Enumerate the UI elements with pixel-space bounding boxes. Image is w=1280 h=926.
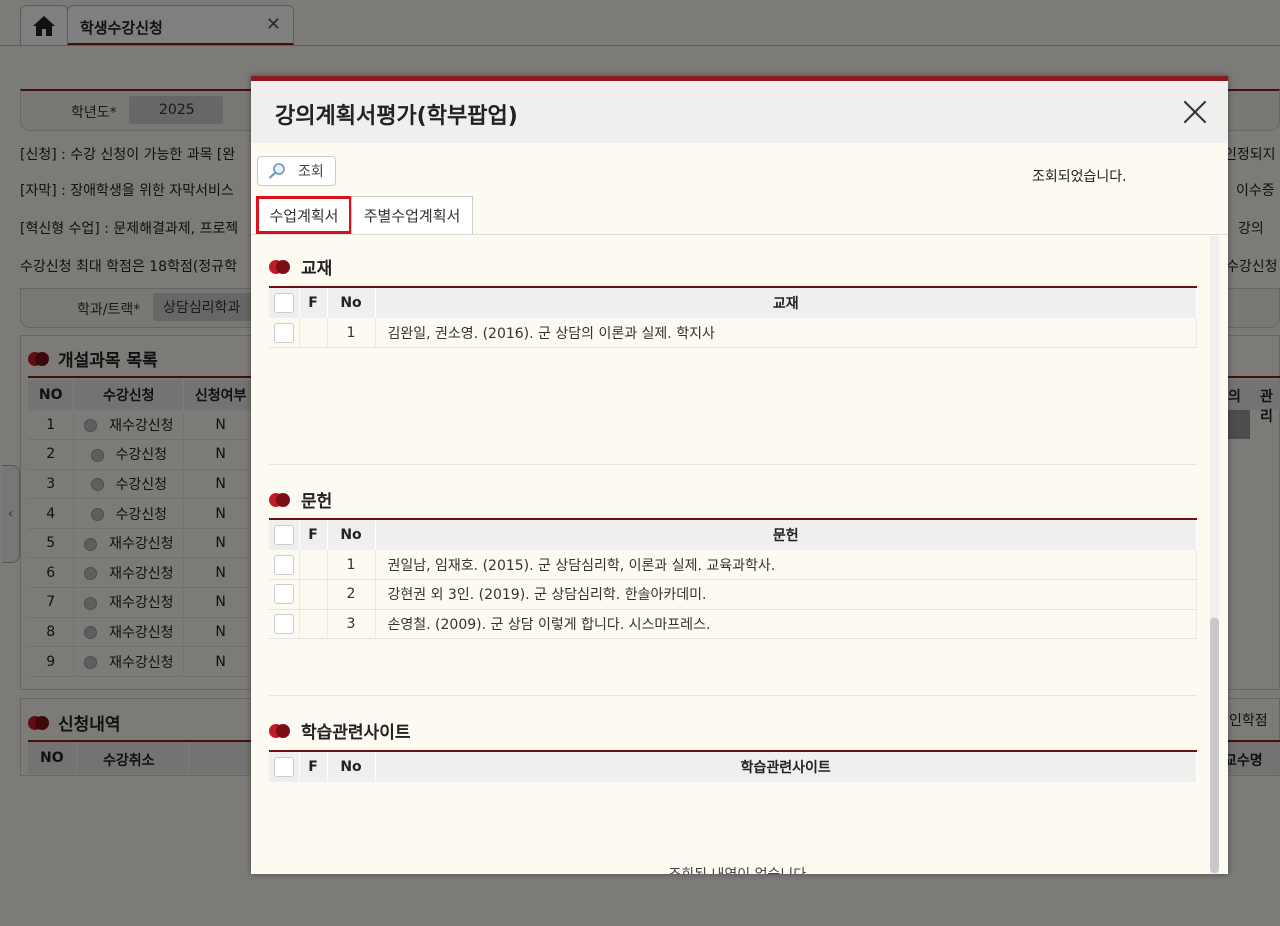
col-header-checkbox	[269, 519, 300, 550]
col-header-checkbox	[269, 751, 300, 782]
row-text: 김완일, 권소영. (2016). 군 상담의 이론과 실제. 학지사	[375, 318, 1197, 348]
search-button-label: 조회	[298, 164, 324, 180]
row-checkbox[interactable]	[273, 322, 294, 343]
modal-header: 강의계획서평가(학부팝업)	[251, 81, 1228, 143]
table-row: 1 권일남, 임재호. (2015). 군 상담심리학, 이론과 실제. 교육과…	[269, 550, 1197, 580]
col-header: F	[299, 519, 328, 550]
select-all-checkbox[interactable]	[273, 525, 294, 545]
col-header: No	[327, 287, 376, 318]
section-dot-icon	[269, 723, 291, 738]
select-all-checkbox[interactable]	[273, 757, 294, 777]
search-icon	[268, 163, 285, 179]
row-text: 강현권 외 3인. (2019). 군 상담심리학. 한솔아카데미.	[375, 579, 1197, 610]
flag-cell	[299, 318, 328, 348]
table-row: 2 강현권 외 3인. (2019). 군 상담심리학. 한솔아카데미.	[269, 579, 1197, 610]
col-header: 학습관련사이트	[375, 751, 1197, 782]
col-header: 교재	[375, 287, 1197, 318]
search-button[interactable]: 조회	[257, 156, 336, 186]
syllabus-evaluation-modal: 강의계획서평가(학부팝업) 조회 조회되었습니다. 수업계획서 주별수업계획서 …	[251, 76, 1228, 874]
row-checkbox[interactable]	[273, 584, 294, 605]
section-header-textbook: 교재	[269, 254, 332, 279]
col-header: F	[299, 287, 328, 318]
section-title: 학습관련사이트	[301, 723, 411, 743]
empty-message: 조회된 내역이 없습니다.	[251, 864, 1228, 874]
modal-content: 교재 F No 교재 1 김완일, 권소영. (2016). 군 상담의 이론과…	[251, 236, 1228, 874]
scrollbar-thumb[interactable]	[1210, 618, 1219, 873]
row-no: 3	[327, 609, 376, 639]
table-row: 3 손영철. (2009). 군 상담 이렇게 합니다. 시스마프레스.	[269, 609, 1197, 639]
row-checkbox-cell	[269, 609, 300, 639]
flag-cell	[299, 609, 328, 639]
section-dot-icon	[269, 492, 291, 507]
row-no: 1	[327, 550, 376, 580]
section-dot-icon	[269, 259, 291, 274]
divider	[269, 464, 1197, 465]
row-checkbox-cell	[269, 550, 300, 580]
divider	[269, 695, 1197, 696]
literature-table: F No 문헌 1 권일남, 임재호. (2015). 군 상담심리학, 이론과…	[269, 518, 1197, 639]
row-text: 권일남, 임재호. (2015). 군 상담심리학, 이론과 실제. 교육과학사…	[375, 550, 1197, 580]
row-no: 1	[327, 318, 376, 348]
tab-weekly-syllabus[interactable]: 주별수업계획서	[351, 196, 473, 234]
col-header: 문헌	[375, 519, 1197, 550]
col-header-checkbox	[269, 287, 300, 318]
col-header: No	[327, 751, 376, 782]
table-row: 1 김완일, 권소영. (2016). 군 상담의 이론과 실제. 학지사	[269, 318, 1197, 348]
status-message: 조회되었습니다.	[1032, 169, 1127, 185]
tab-syllabus[interactable]: 수업계획서	[256, 196, 352, 234]
modal-title: 강의계획서평가(학부팝업)	[275, 104, 518, 129]
row-checkbox-cell	[269, 318, 300, 348]
row-text: 손영철. (2009). 군 상담 이렇게 합니다. 시스마프레스.	[375, 609, 1197, 639]
row-checkbox-cell	[269, 579, 300, 610]
col-header: No	[327, 519, 376, 550]
row-checkbox[interactable]	[273, 613, 294, 634]
section-header-literature: 문헌	[269, 487, 332, 512]
row-no: 2	[327, 579, 376, 610]
flag-cell	[299, 550, 328, 580]
section-header-learning-sites: 학습관련사이트	[269, 718, 410, 743]
section-title: 문헌	[301, 492, 333, 512]
row-checkbox[interactable]	[273, 554, 294, 575]
col-header: F	[299, 751, 328, 782]
flag-cell	[299, 579, 328, 610]
textbook-table: F No 교재 1 김완일, 권소영. (2016). 군 상담의 이론과 실제…	[269, 286, 1197, 348]
close-icon[interactable]	[1182, 99, 1208, 125]
select-all-checkbox[interactable]	[273, 293, 294, 313]
tab-strip: 수업계획서 주별수업계획서	[251, 193, 1228, 235]
section-title: 교재	[301, 259, 333, 279]
learning-sites-table: F No 학습관련사이트	[269, 750, 1197, 782]
